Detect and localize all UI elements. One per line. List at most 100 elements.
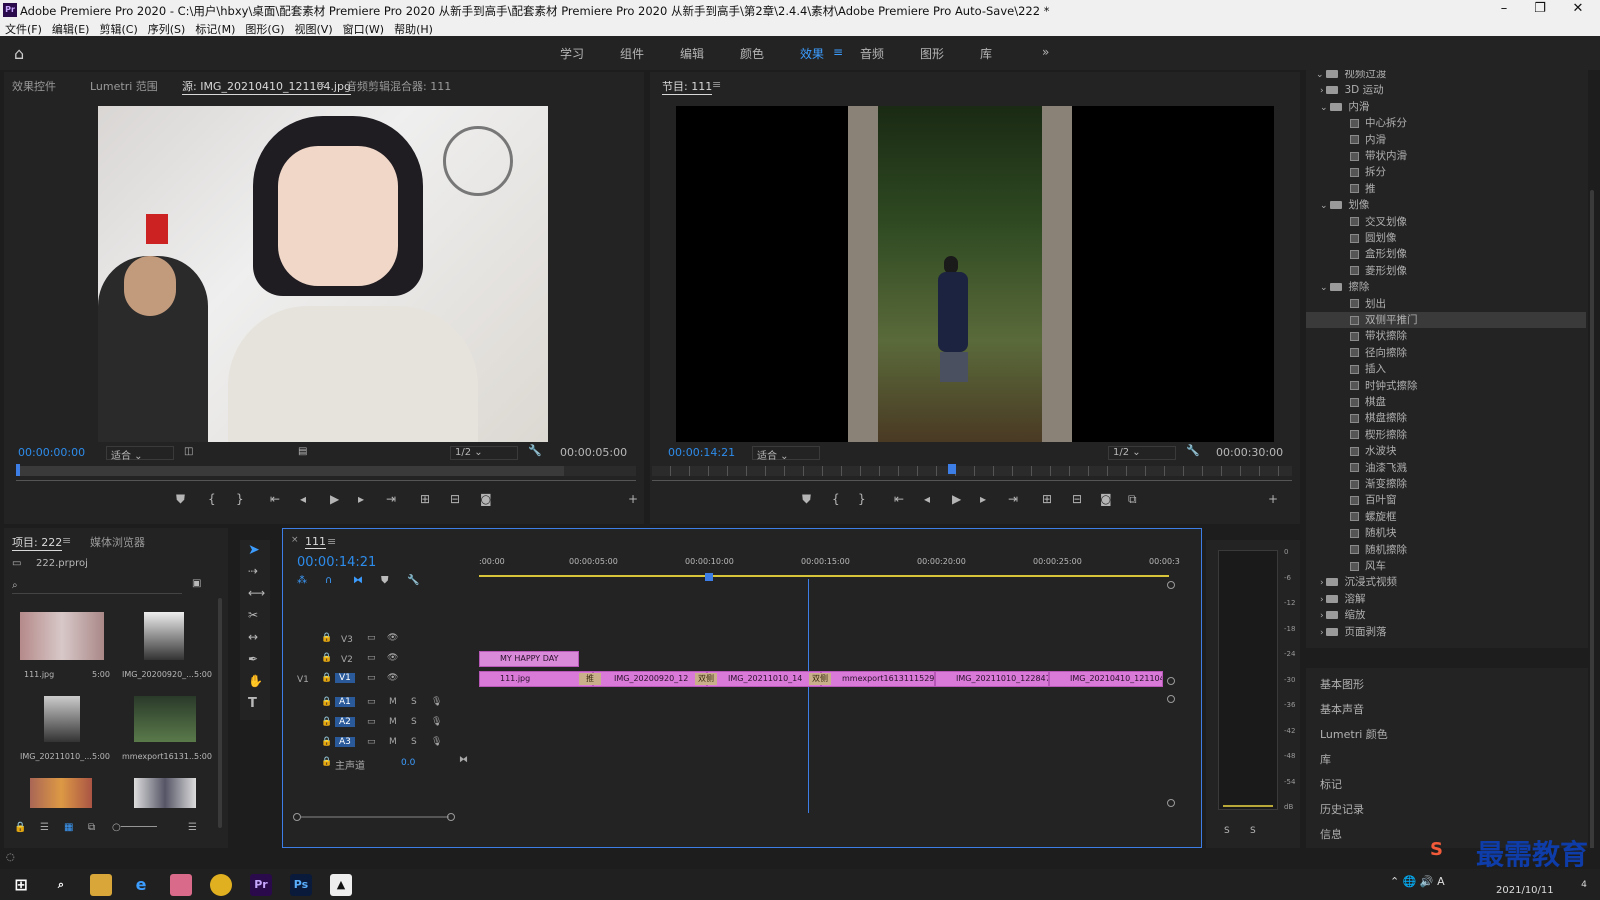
program-timecode[interactable]: 00:00:14:21: [668, 446, 735, 459]
effect-folder[interactable]: › 缩放: [1306, 607, 1586, 623]
hand-tool-icon[interactable]: ✋: [248, 674, 263, 688]
premiere-taskbar-icon[interactable]: Pr: [250, 874, 272, 896]
effect-item[interactable]: 双侧平推门: [1306, 312, 1586, 328]
program-step-back-icon[interactable]: ◂: [924, 492, 930, 506]
search-taskbar-icon[interactable]: ⌕: [50, 874, 72, 896]
more-workspaces-icon[interactable]: »: [1042, 45, 1049, 59]
a3-mute[interactable]: M: [389, 737, 397, 747]
add-marker-icon[interactable]: ⛊: [176, 492, 185, 507]
menu-window[interactable]: 窗口(W): [338, 20, 389, 36]
a3-sync-icon[interactable]: ▭: [367, 737, 376, 747]
tab-source[interactable]: 源: IMG_20210410_121104.jpg: [182, 78, 351, 95]
insert-icon[interactable]: ▤: [298, 446, 307, 457]
panel-essential-sound[interactable]: 基本声音: [1320, 701, 1364, 717]
comparison-view-icon[interactable]: ⧉: [1128, 492, 1137, 507]
tab-sequence-111[interactable]: 111: [305, 535, 326, 549]
notification-badge[interactable]: 4: [1576, 877, 1592, 893]
v2-lock-icon[interactable]: 🔒: [321, 653, 332, 663]
go-to-in-icon[interactable]: ⇤: [270, 492, 280, 506]
effect-item[interactable]: 插入: [1306, 361, 1586, 377]
track-a1-label[interactable]: A1: [335, 697, 355, 707]
extract-icon[interactable]: ⊟: [1072, 492, 1082, 506]
chevron-down-icon[interactable]: ⌄: [1320, 283, 1330, 293]
timeline-ruler[interactable]: :00:00 00:00:05:00 00:00:10:00 00:00:15:…: [479, 553, 1180, 575]
clip-title-my-happy-day[interactable]: MY HAPPY DAY: [479, 651, 579, 667]
workspace-color[interactable]: 颜色: [740, 45, 764, 62]
effect-folder[interactable]: › 溶解: [1306, 591, 1586, 607]
list-view-icon[interactable]: ☰: [40, 822, 49, 833]
timeline-settings-icon[interactable]: 🔧: [407, 575, 419, 586]
menu-graphics[interactable]: 图形(G): [240, 20, 289, 36]
thumb-img-20211010[interactable]: [44, 696, 80, 742]
zoom-track[interactable]: [301, 816, 449, 818]
minimize-button[interactable]: –: [1486, 0, 1522, 20]
clip-mmexport[interactable]: mmexport1613111529: [821, 671, 935, 687]
workspace-libraries[interactable]: 库: [980, 45, 992, 62]
linked-selection-icon[interactable]: ⧓: [353, 575, 363, 586]
track-height-handle-1[interactable]: [1167, 677, 1175, 685]
chrome-icon[interactable]: [210, 874, 232, 896]
program-go-to-in-icon[interactable]: ⇤: [894, 492, 904, 506]
source-resolution-select[interactable]: 1/2 ⌄: [450, 446, 518, 460]
start-icon[interactable]: ⊞: [10, 874, 32, 896]
sort-icon[interactable]: ☰: [188, 822, 197, 833]
track-a2-label[interactable]: A2: [335, 717, 355, 727]
track-height-handle-3[interactable]: [1167, 799, 1175, 807]
a1-sync-icon[interactable]: ▭: [367, 697, 376, 707]
safe-margin-icon[interactable]: ◫: [184, 446, 193, 457]
panel-history[interactable]: 历史记录: [1320, 801, 1364, 817]
panel-libraries[interactable]: 库: [1320, 751, 1331, 767]
slip-tool-icon[interactable]: ↔: [248, 630, 258, 644]
track-select-tool-icon[interactable]: ⇢: [248, 564, 258, 578]
a3-mic-icon[interactable]: 🎙: [431, 737, 442, 747]
effect-item[interactable]: 菱形划像: [1306, 263, 1586, 279]
lock-icon[interactable]: 🔒: [14, 822, 26, 833]
right-scrollbar-thumb[interactable]: [1590, 190, 1594, 890]
thumb-mmexport[interactable]: [134, 696, 196, 742]
a1-mic-icon[interactable]: 🎙: [431, 697, 442, 707]
nest-icon[interactable]: ⁂: [297, 575, 307, 586]
effect-item[interactable]: 随机擦除: [1306, 542, 1586, 558]
overwrite-edit-icon[interactable]: ⊟: [450, 492, 460, 506]
program-menu-icon[interactable]: ≡: [712, 78, 721, 91]
v2-eye-icon[interactable]: 👁: [387, 653, 398, 663]
photoshop-taskbar-icon[interactable]: Ps: [290, 874, 312, 896]
thumb-food[interactable]: [30, 778, 92, 808]
chevron-down-icon[interactable]: ⌄: [1320, 201, 1330, 211]
work-area-bar[interactable]: [479, 575, 1169, 577]
source-fit-select[interactable]: 适合 ⌄: [106, 446, 174, 462]
v2-sync-icon[interactable]: ▭: [367, 653, 376, 663]
chevron-down-icon[interactable]: ⌄: [1320, 103, 1330, 113]
restore-button[interactable]: ❐: [1522, 0, 1558, 20]
effect-item[interactable]: 推: [1306, 181, 1586, 197]
tab-lumetri-scopes[interactable]: Lumetri 范围: [90, 78, 158, 94]
effect-item[interactable]: 随机块: [1306, 525, 1586, 541]
effect-folder[interactable]: ⌄ 擦除: [1306, 279, 1586, 295]
icon-view-icon[interactable]: ▦: [64, 822, 73, 833]
menu-markers[interactable]: 标记(M): [190, 20, 240, 36]
effect-folder[interactable]: ⌄ 内滑: [1306, 99, 1586, 115]
source-zoom-bar[interactable]: [16, 480, 636, 481]
lift-icon[interactable]: ⊞: [1042, 492, 1052, 506]
zoom-slider[interactable]: ○──────: [112, 822, 157, 833]
v3-eye-icon[interactable]: 👁: [387, 633, 398, 643]
a1-solo[interactable]: S: [411, 697, 417, 707]
effect-item[interactable]: 中心拆分: [1306, 115, 1586, 131]
effect-item[interactable]: 圆划像: [1306, 230, 1586, 246]
effect-item[interactable]: 带状擦除: [1306, 328, 1586, 344]
source-timecode[interactable]: 00:00:00:00: [18, 446, 85, 459]
menu-sequence[interactable]: 序列(S): [143, 20, 191, 36]
tab-effect-controls[interactable]: 效果控件: [12, 78, 56, 94]
photos-taskbar-icon[interactable]: ▲: [330, 874, 352, 896]
thumb-111[interactable]: [20, 612, 104, 660]
track-v1-label[interactable]: V1: [335, 673, 355, 683]
system-tray-icons[interactable]: ⌃ 🌐 🔊 A: [1390, 875, 1445, 888]
menu-edit[interactable]: 编辑(E): [47, 20, 95, 36]
effect-folder[interactable]: › 3D 运动: [1306, 82, 1586, 98]
step-forward-icon[interactable]: ▸: [358, 492, 364, 506]
freeform-view-icon[interactable]: ⧉: [88, 822, 95, 833]
workspace-effects[interactable]: 效果: [800, 45, 824, 62]
program-time-ruler[interactable]: [652, 464, 1292, 476]
workspace-graphics[interactable]: 图形: [920, 45, 944, 62]
close-tab-icon[interactable]: ×: [291, 535, 299, 545]
